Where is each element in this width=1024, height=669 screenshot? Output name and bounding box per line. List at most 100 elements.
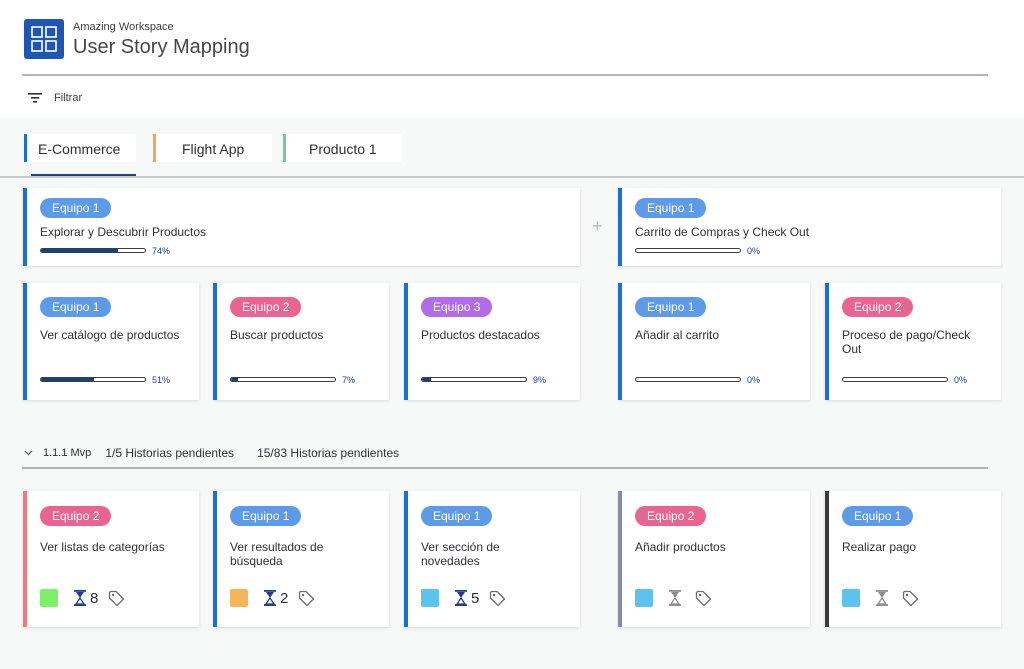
- story-meta: [842, 589, 919, 607]
- tag-icon[interactable]: [489, 590, 506, 607]
- tag-icon[interactable]: [298, 590, 315, 607]
- story-title: Realizar pago: [842, 540, 917, 554]
- tab-label: Flight App: [182, 141, 245, 157]
- estimate[interactable]: 2: [264, 590, 288, 607]
- story-card[interactable]: Equipo 1 Realizar pago: [825, 491, 1001, 627]
- team-badge: Equipo 3: [421, 297, 493, 317]
- story-title: Ver listas de categorías: [40, 540, 165, 554]
- feature-title: Buscar productos: [230, 328, 324, 342]
- tab-color-bar: [24, 134, 27, 162]
- card-stripe: [404, 491, 408, 627]
- team-badge: Equipo 2: [230, 297, 302, 317]
- color-swatch[interactable]: [635, 589, 653, 607]
- color-swatch[interactable]: [421, 589, 439, 607]
- progress-fill: [41, 378, 95, 381]
- card-stripe: [213, 491, 217, 627]
- progress-percent: 0%: [954, 375, 968, 385]
- team-badge: Equipo 2: [635, 506, 707, 526]
- estimate[interactable]: [876, 590, 892, 606]
- tag-icon[interactable]: [695, 590, 712, 607]
- tag-icon[interactable]: [902, 590, 919, 607]
- tab-flight-app[interactable]: Flight App: [153, 134, 272, 162]
- progress-percent: 9%: [533, 375, 547, 385]
- chevron-down-icon[interactable]: [24, 447, 36, 459]
- tab-e-commerce[interactable]: E-Commerce: [24, 134, 136, 162]
- estimate-value: 5: [471, 589, 480, 607]
- progress-fill: [422, 378, 432, 381]
- story-map-board: E-Commerce Flight App Producto 1 Equipo …: [0, 118, 1024, 669]
- tag-icon[interactable]: [108, 590, 125, 607]
- filter-label: Filtrar: [54, 92, 83, 104]
- progress-percent: 74%: [152, 246, 171, 256]
- story-card[interactable]: Equipo 1 Ver resultados de búsqueda 2: [213, 491, 389, 627]
- release-name: 1.1.1 Mvp: [43, 447, 92, 459]
- progress-bar: [230, 377, 336, 382]
- card-stripe: [23, 283, 27, 400]
- epic-title: Explorar y Descubrir Productos: [40, 225, 207, 239]
- release-divider: [22, 467, 988, 469]
- team-badge: Equipo 1: [230, 506, 302, 526]
- progress-bar: [40, 248, 146, 253]
- story-card[interactable]: Equipo 1 Ver sección de novedades 5: [404, 491, 580, 627]
- hourglass-icon: [264, 590, 276, 606]
- add-epic-button[interactable]: +: [592, 216, 603, 237]
- team-badge: Equipo 1: [635, 198, 707, 218]
- feature-title: Proceso de pago/Check Out: [842, 328, 971, 356]
- progress-fill: [231, 378, 239, 381]
- filter-button[interactable]: Filtrar: [28, 90, 82, 106]
- card-stripe: [23, 491, 27, 627]
- team-badge: Equipo 1: [635, 297, 707, 317]
- story-meta: [635, 589, 712, 607]
- estimate[interactable]: 5: [455, 590, 479, 607]
- feature-card[interactable]: Equipo 3 Productos destacados 9%: [404, 283, 580, 400]
- page-header: Amazing Workspace User Story Mapping Fil…: [0, 0, 1024, 118]
- card-stripe: [618, 491, 622, 627]
- progress-bar: [842, 377, 948, 382]
- tab-color-bar: [283, 134, 286, 162]
- card-stripe: [825, 283, 829, 400]
- story-card[interactable]: Equipo 2 Añadir productos: [618, 491, 810, 627]
- estimate[interactable]: [669, 590, 685, 606]
- feature-card[interactable]: Equipo 2 Buscar productos 7%: [213, 283, 389, 400]
- color-swatch[interactable]: [230, 589, 248, 607]
- progress-percent: 0%: [747, 246, 761, 256]
- team-badge: Equipo 1: [40, 198, 112, 218]
- card-stripe: [404, 283, 408, 400]
- release-pending: 1/5 Historias pendientes: [105, 446, 235, 460]
- progress-fill: [41, 249, 118, 252]
- header-divider: [22, 74, 988, 76]
- story-title: Ver sección de novedades: [421, 540, 500, 568]
- estimate[interactable]: 8: [74, 590, 98, 607]
- color-swatch[interactable]: [842, 589, 860, 607]
- tab-label: Producto 1: [309, 141, 377, 157]
- epic-card[interactable]: Equipo 1 Explorar y Descubrir Productos …: [23, 188, 580, 266]
- feature-card[interactable]: Equipo 1 Ver catálogo de productos 51%: [23, 283, 199, 400]
- epic-title: Carrito de Compras y Check Out: [635, 225, 810, 239]
- hourglass-icon: [74, 590, 86, 606]
- card-stripe: [618, 188, 622, 266]
- release-header: 1.1.1 Mvp 1/5 Historias pendientes 15/83…: [24, 446, 399, 460]
- team-badge: Equipo 1: [40, 297, 112, 317]
- workspace-name: Amazing Workspace: [73, 21, 174, 33]
- story-meta: 2: [230, 589, 315, 607]
- total-pending: 15/83 Historias pendientes: [257, 446, 400, 460]
- story-meta: 5: [421, 589, 506, 607]
- progress-bar: [40, 377, 146, 382]
- color-swatch[interactable]: [40, 589, 58, 607]
- feature-card[interactable]: Equipo 2 Proceso de pago/Check Out 0%: [825, 283, 1001, 400]
- progress-percent: 0%: [747, 375, 761, 385]
- tabs-divider: [0, 176, 1024, 178]
- feature-card[interactable]: Equipo 1 Añadir al carrito 0%: [618, 283, 810, 400]
- epic-card[interactable]: Equipo 1 Carrito de Compras y Check Out …: [618, 188, 1001, 266]
- card-stripe: [23, 188, 27, 266]
- filter-icon: [28, 93, 42, 103]
- feature-title: Ver catálogo de productos: [40, 328, 180, 342]
- progress-bar: [421, 377, 527, 382]
- tab-producto-1[interactable]: Producto 1: [283, 134, 402, 162]
- progress-bar: [635, 377, 741, 382]
- feature-title: Añadir al carrito: [635, 328, 720, 342]
- story-card[interactable]: Equipo 2 Ver listas de categorías 8: [23, 491, 199, 627]
- team-badge: Equipo 1: [842, 506, 914, 526]
- team-badge: Equipo 2: [40, 506, 112, 526]
- estimate-value: 2: [280, 589, 289, 607]
